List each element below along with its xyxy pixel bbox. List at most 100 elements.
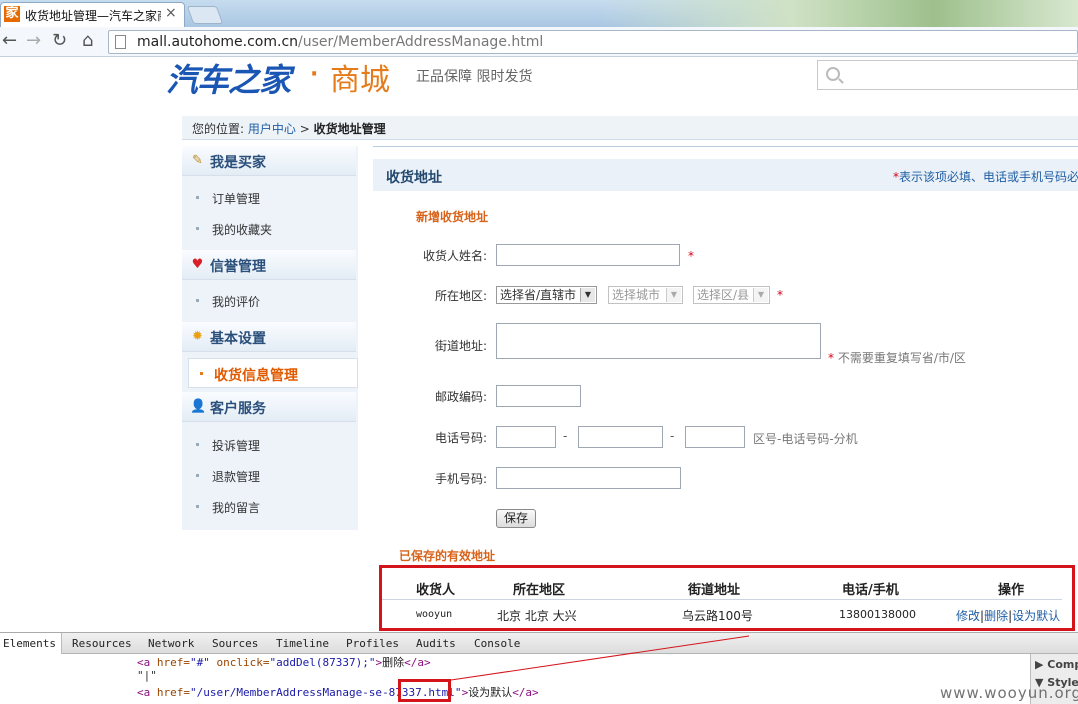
mobile-input[interactable] xyxy=(496,467,681,489)
breadcrumb: 您的位置: 用户中心 > 收货地址管理 xyxy=(182,116,1078,140)
highlight-box-table xyxy=(379,565,1075,631)
watermark: www.wooyun.org xyxy=(940,684,1078,702)
tabbar-background xyxy=(600,0,1078,27)
required-mark: * xyxy=(828,351,834,365)
browser-tab[interactable]: 家 收货地址管理—汽车之家商城 × xyxy=(0,2,185,27)
sidebar-item-messages[interactable]: 我的留言 xyxy=(196,499,260,516)
devtools-tab-profiles[interactable]: Profiles xyxy=(346,637,399,650)
chevron-down-icon: ▼ xyxy=(580,288,595,302)
sidebar-group-service[interactable]: 👤 客户服务 xyxy=(182,392,356,422)
reload-icon[interactable]: ↻ xyxy=(52,31,67,51)
site-logo[interactable]: 汽车之家 xyxy=(166,55,291,101)
code-line-delete[interactable]: <a href="#" onclick="addDel(87337);">删除<… xyxy=(137,654,431,670)
province-select[interactable]: 选择省/直辖市 ▼ xyxy=(496,286,597,304)
devtools-tab-timeline[interactable]: Timeline xyxy=(276,637,329,650)
chevron-down-icon: ▼ xyxy=(753,288,768,302)
dash: - xyxy=(670,429,675,443)
main-panel: 收货地址 *表示该项必填、电话或手机号码必 新增收货地址 收货人姓名: * 所在… xyxy=(373,146,1078,630)
edit-icon: ✎ xyxy=(192,153,203,168)
sun-icon: ✹ xyxy=(192,329,203,344)
panel-title: 收货地址 xyxy=(386,170,442,186)
sidebar-item-label: 我的评价 xyxy=(212,295,261,309)
tab-title: 收货地址管理—汽车之家商城 xyxy=(25,9,161,23)
code-tag: <a xyxy=(137,686,151,699)
sidebar: ✎ 我是买家 订单管理 我的收藏夹 ♥ 信誉管理 我的评价 ✹ 基本设置 👤 客… xyxy=(182,146,358,530)
code-line-set-default[interactable]: <a href="/user/MemberAddressManage-se-87… xyxy=(137,684,539,700)
forward-arrow-icon[interactable]: → xyxy=(26,31,41,51)
url-host: mall.autohome.com.cn xyxy=(137,34,299,50)
annotation-line xyxy=(451,635,750,681)
zip-input[interactable] xyxy=(496,385,581,407)
required-note: *表示该项必填、电话或手机号码必 xyxy=(893,168,1078,185)
sidebar-item-favorites[interactable]: 我的收藏夹 xyxy=(196,221,272,238)
computed-label: Comp xyxy=(1047,658,1078,671)
phone-hint: 区号-电话号码-分机 xyxy=(753,432,858,446)
phone-label: 电话号码: xyxy=(434,431,487,445)
home-icon[interactable]: ⌂ xyxy=(82,31,93,51)
sidebar-group-title: 基本设置 xyxy=(210,331,266,347)
url-text: mall.autohome.com.cn/user/MemberAddressM… xyxy=(137,34,543,50)
address-bar[interactable]: mall.autohome.com.cn/user/MemberAddressM… xyxy=(108,30,1078,54)
breadcrumb-prefix: 您的位置: xyxy=(192,122,245,136)
devtools-tab-sources[interactable]: Sources xyxy=(212,637,258,650)
site-logo-sub[interactable]: 商城 xyxy=(330,55,390,99)
street-label: 街道地址: xyxy=(434,339,487,353)
panel-header: 收货地址 *表示该项必填、电话或手机号码必 xyxy=(373,159,1078,191)
back-arrow-icon[interactable]: ← xyxy=(2,31,17,51)
sidebar-item-label: 我的留言 xyxy=(212,501,261,515)
highlight-box-id xyxy=(398,679,451,702)
required-mark: * xyxy=(777,288,783,302)
search-icon xyxy=(826,67,840,81)
sidebar-item-label: 我的收藏夹 xyxy=(212,223,273,237)
code-line-separator[interactable]: "|" xyxy=(137,669,157,682)
sidebar-group-title: 我是买家 xyxy=(210,155,266,171)
zip-label: 邮政编码: xyxy=(434,390,487,404)
breadcrumb-text: 您的位置: 用户中心 > 收货地址管理 xyxy=(192,120,386,137)
sidebar-group-buyer[interactable]: ✎ 我是买家 xyxy=(182,146,356,176)
site-favicon-icon: 家 xyxy=(4,6,20,22)
devtools-tab-audits[interactable]: Audits xyxy=(416,637,456,650)
devtools-tab-resources[interactable]: Resources xyxy=(72,637,132,650)
tab-close-icon[interactable]: × xyxy=(165,5,177,21)
city-select[interactable]: 选择城市 ▼ xyxy=(608,286,683,304)
devtools-tab-elements[interactable]: Elements xyxy=(3,637,56,650)
code-attr: onclick= xyxy=(209,656,270,669)
logo-dot: · xyxy=(310,62,319,87)
sidebar-item-label: 投诉管理 xyxy=(212,439,261,453)
sidebar-item-reviews[interactable]: 我的评价 xyxy=(196,293,260,310)
chevron-down-icon: ▼ xyxy=(666,288,681,302)
code-tag: <a xyxy=(137,656,151,669)
breadcrumb-separator: > xyxy=(299,122,310,136)
sidebar-item-label: 订单管理 xyxy=(212,192,261,206)
recipient-name-input[interactable] xyxy=(496,244,680,266)
dash: - xyxy=(563,429,568,443)
search-input[interactable] xyxy=(817,60,1078,90)
computed-section[interactable]: ▶ Comp xyxy=(1035,658,1078,671)
sidebar-group-title: 客户服务 xyxy=(210,401,266,417)
code-value: "/user/MemberAddressManage-se xyxy=(190,686,383,699)
breadcrumb-link-user-center[interactable]: 用户中心 xyxy=(248,122,296,136)
phone-ext-input[interactable] xyxy=(685,426,745,448)
sidebar-item-address-active[interactable]: 收货信息管理 xyxy=(188,358,358,388)
sidebar-item-orders[interactable]: 订单管理 xyxy=(196,190,260,207)
sidebar-group-settings[interactable]: ✹ 基本设置 xyxy=(182,322,356,352)
street-hint: * 不需要重复填写省/市/区 xyxy=(828,349,966,366)
code-value: "#" xyxy=(190,656,210,669)
code-tag: </a> xyxy=(404,656,431,669)
page-icon xyxy=(115,35,126,49)
phone-number-input[interactable] xyxy=(578,426,663,448)
sidebar-item-complaints[interactable]: 投诉管理 xyxy=(196,437,260,454)
devtools-tab-network[interactable]: Network xyxy=(148,637,194,650)
phone-area-input[interactable] xyxy=(496,426,556,448)
street-textarea[interactable] xyxy=(496,323,821,359)
mobile-label: 手机号码: xyxy=(434,472,487,486)
sidebar-item-refunds[interactable]: 退款管理 xyxy=(196,468,260,485)
save-button[interactable]: 保存 xyxy=(496,509,536,528)
sidebar-group-credit[interactable]: ♥ 信誉管理 xyxy=(182,250,356,280)
browser-toolbar: ← → ↻ ⌂ mall.autohome.com.cn/user/Member… xyxy=(0,27,1078,57)
url-path: /user/MemberAddressManage.html xyxy=(298,34,544,50)
district-select[interactable]: 选择区/县 ▼ xyxy=(693,286,770,304)
new-tab-button[interactable] xyxy=(186,6,224,24)
browser-tab-bar: 家 收货地址管理—汽车之家商城 × xyxy=(0,0,1078,27)
district-value: 选择区/县 xyxy=(697,288,750,302)
